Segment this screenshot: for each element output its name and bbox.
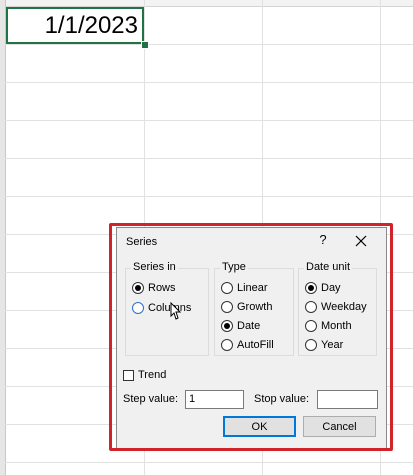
date-unit-label: Date unit <box>304 261 353 273</box>
radio-button[interactable] <box>132 302 144 314</box>
row-divider <box>5 44 413 45</box>
radio-month[interactable]: Month <box>305 318 352 334</box>
selected-cell-a1[interactable]: 1/1/2023 <box>6 7 144 44</box>
radio-month-label: Month <box>321 320 352 332</box>
step-value-input[interactable]: 1 <box>185 390 244 409</box>
radio-rows-label: Rows <box>148 282 176 294</box>
row-divider <box>5 82 413 83</box>
radio-year[interactable]: Year <box>305 337 343 353</box>
column-header-strip <box>5 0 413 7</box>
dialog-title: Series <box>126 236 158 248</box>
trend-checkbox[interactable] <box>123 369 134 381</box>
radio-autofill-label: AutoFill <box>237 339 274 351</box>
radio-rows[interactable]: Rows <box>132 280 176 296</box>
close-button[interactable] <box>350 231 372 251</box>
series-in-label: Series in <box>131 261 178 273</box>
radio-date[interactable]: Date <box>221 318 260 334</box>
trend-checkbox-item[interactable]: Trend <box>123 369 166 381</box>
fill-handle[interactable] <box>141 41 149 49</box>
cancel-button[interactable]: Cancel <box>303 416 376 437</box>
radio-button[interactable] <box>221 339 233 351</box>
row-divider <box>5 462 413 463</box>
stop-value-input[interactable] <box>317 390 378 409</box>
radio-button[interactable] <box>221 320 233 332</box>
close-icon <box>355 235 367 247</box>
radio-autofill[interactable]: AutoFill <box>221 337 274 353</box>
mouse-cursor-icon <box>170 302 182 320</box>
type-label: Type <box>220 261 248 273</box>
radio-growth-label: Growth <box>237 301 273 313</box>
step-value-label: Step value: <box>123 393 179 405</box>
radio-columns[interactable]: Columns <box>132 300 191 316</box>
radio-button[interactable] <box>132 282 144 294</box>
radio-button[interactable] <box>305 282 317 294</box>
radio-day-label: Day <box>321 282 341 294</box>
row-header-strip <box>0 0 6 475</box>
help-button[interactable]: ? <box>316 232 330 247</box>
ok-button[interactable]: OK <box>223 416 296 437</box>
radio-button[interactable] <box>221 282 233 294</box>
series-dialog: Series ? Series in Rows Columns Type Lin… <box>116 227 387 450</box>
radio-button[interactable] <box>305 339 317 351</box>
radio-linear-label: Linear <box>237 282 268 294</box>
radio-button[interactable] <box>305 301 317 313</box>
radio-year-label: Year <box>321 339 344 351</box>
row-divider <box>5 158 413 159</box>
radio-day[interactable]: Day <box>305 280 341 296</box>
radio-growth[interactable]: Growth <box>221 299 272 315</box>
trend-label: Trend <box>138 369 167 381</box>
radio-date-label: Date <box>237 320 261 332</box>
row-divider <box>5 196 413 197</box>
radio-button[interactable] <box>221 301 233 313</box>
radio-button[interactable] <box>305 320 317 332</box>
radio-weekday-label: Weekday <box>321 301 367 313</box>
radio-linear[interactable]: Linear <box>221 280 268 296</box>
row-divider <box>5 120 413 121</box>
radio-weekday[interactable]: Weekday <box>305 299 367 315</box>
stop-value-label: Stop value: <box>254 393 310 405</box>
